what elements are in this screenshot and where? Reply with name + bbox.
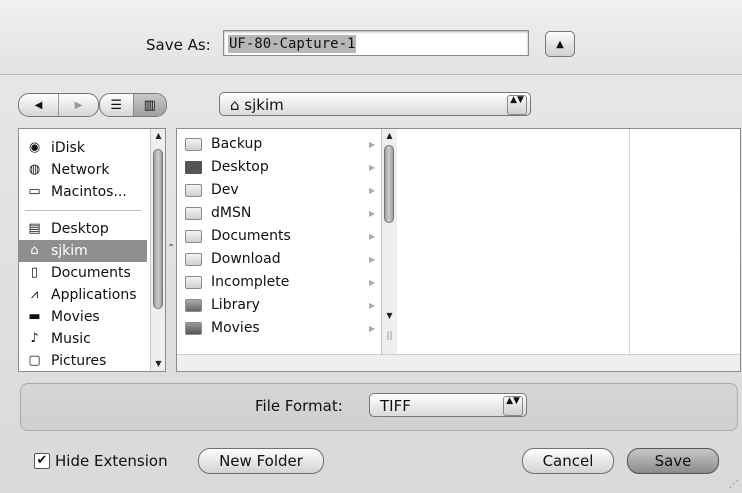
hard-disk-icon: ▭: [28, 184, 41, 199]
scroll-down-icon[interactable]: ▼: [382, 309, 397, 323]
list-item-documents[interactable]: Documents ▶: [177, 225, 382, 248]
disclosure-arrow-icon: ▶: [369, 209, 376, 218]
list-item-dmsn[interactable]: dMSN ▶: [177, 202, 382, 225]
column-view-icon[interactable]: ▥: [132, 94, 166, 116]
browser-horizontal-scrollbar[interactable]: [177, 354, 740, 371]
list-item-download[interactable]: Download ▶: [177, 248, 382, 271]
documents-icon: ▯: [30, 265, 39, 280]
resize-grip-icon[interactable]: ⋰: [729, 479, 739, 490]
browser-column-home: Backup ▶ Desktop ▶ Dev ▶ dMSN ▶ Documents ▶ D…: [177, 129, 397, 371]
column-scrollbar[interactable]: ▲ ▼ ||: [381, 129, 397, 354]
folder-icon: [185, 138, 202, 151]
sidebar-item-macintosh[interactable]: ▭ Macintos...: [19, 181, 147, 203]
save-dialog: Save As: UF-80-Capture-1 ▲ ◀ ▶ ☰ ▥ ⌂ sjk…: [0, 0, 742, 493]
sidebar-item-pictures[interactable]: ▢ Pictures: [19, 350, 147, 371]
sidebar-item-movies[interactable]: ▬ Movies: [19, 306, 147, 328]
column-resize-icon[interactable]: ||: [382, 329, 397, 343]
folder-icon: [185, 253, 202, 266]
popup-arrows-icon: ▲▼: [503, 396, 523, 416]
save-button[interactable]: Save: [627, 448, 719, 474]
sidebar-divider: [25, 210, 141, 211]
scroll-down-icon[interactable]: ▼: [151, 357, 165, 371]
location-popup[interactable]: ⌂ sjkim ▲▼: [219, 92, 531, 116]
sidebar: ◉ iDisk ◍ Network ▭ Macintos... ▤ Desktop ⌂ s…: [18, 128, 166, 372]
collapse-button[interactable]: ▲: [545, 31, 575, 57]
list-item-library[interactable]: Library ▶: [177, 294, 382, 317]
sidebar-item-music[interactable]: ♪ Music: [19, 328, 147, 350]
new-folder-button[interactable]: New Folder: [198, 448, 324, 474]
list-view-icon[interactable]: ☰: [100, 94, 133, 116]
sidebar-resize-handle[interactable]: ⌃: [167, 244, 175, 254]
sidebar-item-desktop[interactable]: ▤ Desktop: [19, 218, 147, 240]
sidebar-item-applications[interactable]: ⩘ Applications: [19, 284, 147, 306]
folder-icon: [185, 184, 202, 197]
filename-text: UF-80-Capture-1: [228, 35, 357, 53]
file-format-popup[interactable]: TIFF ▲▼: [369, 393, 527, 417]
disclosure-arrow-icon: ▶: [369, 301, 376, 310]
popup-arrows-icon: ▲▼: [507, 95, 527, 115]
library-folder-icon: [185, 299, 202, 312]
save-as-label: Save As:: [146, 36, 211, 54]
applications-icon: ⩘: [30, 287, 39, 302]
disclosure-arrow-icon: ▶: [369, 255, 376, 264]
hide-extension-label[interactable]: Hide Extension: [55, 452, 168, 470]
music-icon: ♪: [30, 331, 39, 346]
sidebar-scroll-thumb[interactable]: [153, 149, 163, 309]
list-item-desktop[interactable]: Desktop ▶: [177, 156, 382, 179]
forward-arrow-icon[interactable]: ▶: [58, 94, 98, 116]
file-format-value: TIFF: [380, 397, 411, 415]
disclosure-arrow-icon: ▶: [369, 324, 376, 333]
view-mode-control: ☰ ▥: [99, 93, 167, 117]
sidebar-scrollbar[interactable]: ▲ ▼: [150, 129, 165, 371]
column-scroll-thumb[interactable]: [384, 145, 394, 223]
sidebar-item-idisk[interactable]: ◉ iDisk: [19, 137, 147, 159]
disclosure-arrow-icon: ▶: [369, 186, 376, 195]
folder-icon: [185, 276, 202, 289]
disclosure-arrow-icon: ▶: [369, 232, 376, 241]
documents-folder-icon: [185, 230, 202, 243]
sidebar-item-sjkim[interactable]: ⌂ sjkim: [19, 240, 147, 262]
file-format-label: File Format:: [255, 397, 343, 415]
list-item-movies[interactable]: Movies ▶: [177, 317, 382, 340]
scroll-up-icon[interactable]: ▲: [151, 129, 165, 143]
list-item-backup[interactable]: Backup ▶: [177, 133, 382, 156]
disclosure-arrow-icon: ▶: [369, 140, 376, 149]
pictures-icon: ▢: [28, 353, 41, 368]
cancel-button[interactable]: Cancel: [522, 448, 614, 474]
checkmark-icon: ✔: [36, 453, 48, 468]
sidebar-item-network[interactable]: ◍ Network: [19, 159, 147, 181]
desktop-folder-icon: [185, 161, 202, 174]
movies-icon: ▬: [28, 309, 41, 324]
triangle-up-icon: ▲: [556, 38, 564, 50]
back-arrow-icon[interactable]: ◀: [19, 94, 58, 116]
disclosure-arrow-icon: ▶: [369, 163, 376, 172]
sidebar-item-documents[interactable]: ▯ Documents: [19, 262, 147, 284]
network-icon: ◍: [28, 162, 41, 177]
scroll-up-icon[interactable]: ▲: [382, 129, 397, 143]
hide-extension-checkbox[interactable]: ✔: [34, 453, 50, 469]
column-browser: Backup ▶ Desktop ▶ Dev ▶ dMSN ▶ Documents ▶ D…: [176, 128, 741, 372]
location-label: sjkim: [244, 96, 284, 114]
list-item-incomplete[interactable]: Incomplete ▶: [177, 271, 382, 294]
idisk-icon: ◉: [28, 140, 41, 155]
folder-icon: [185, 207, 202, 220]
browser-column-divider: [629, 129, 630, 371]
movies-folder-icon: [185, 322, 202, 335]
list-item-dev[interactable]: Dev ▶: [177, 179, 382, 202]
filename-input[interactable]: UF-80-Capture-1: [223, 30, 529, 56]
back-forward-control: ◀ ▶: [18, 93, 99, 117]
disclosure-arrow-icon: ▶: [369, 278, 376, 287]
home-icon: ⌂: [30, 243, 39, 258]
desktop-icon: ▤: [28, 221, 41, 236]
home-icon: ⌂: [230, 96, 245, 114]
